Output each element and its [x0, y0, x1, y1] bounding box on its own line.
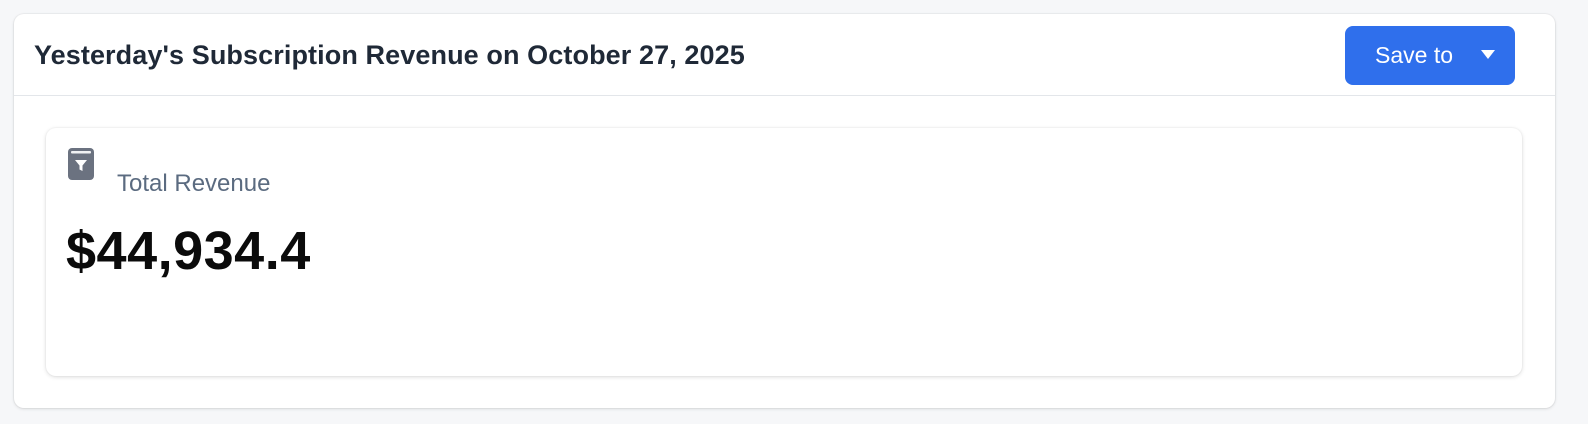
save-to-label: Save to: [1375, 42, 1453, 68]
total-revenue-card: Total Revenue $44,934.4: [46, 128, 1522, 376]
panel-title: Yesterday's Subscription Revenue on Octo…: [34, 40, 745, 70]
metric-value: $44,934.4: [66, 221, 311, 281]
metric-label: Total Revenue: [117, 170, 271, 197]
revenue-panel: Yesterday's Subscription Revenue on Octo…: [14, 14, 1555, 408]
save-to-button[interactable]: Save to: [1345, 26, 1515, 85]
panel-header: Yesterday's Subscription Revenue on Octo…: [14, 14, 1555, 96]
receipt-filter-icon: [68, 148, 94, 180]
caret-down-icon: [1481, 50, 1495, 59]
